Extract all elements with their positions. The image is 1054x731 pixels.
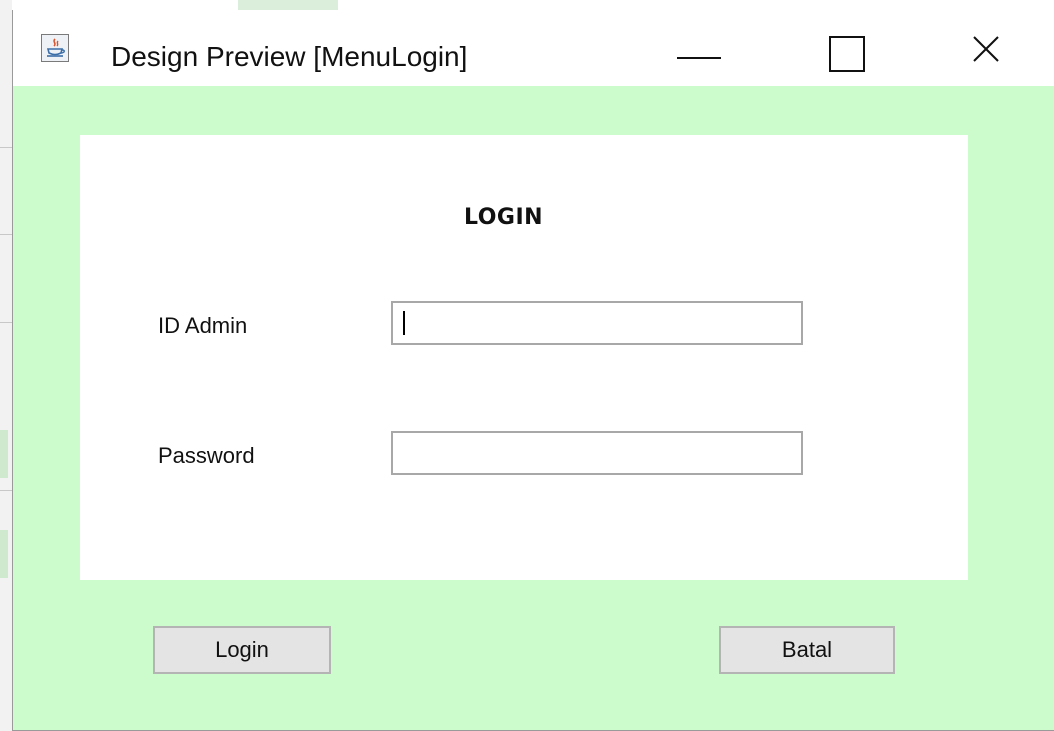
background-tab-strip	[238, 0, 338, 10]
background-window-edge	[0, 0, 12, 731]
close-button[interactable]	[943, 10, 1043, 86]
minimize-icon	[677, 57, 721, 59]
background-divider	[0, 147, 12, 148]
login-button[interactable]: Login	[153, 626, 331, 674]
background-divider	[0, 234, 12, 235]
background-divider	[0, 322, 12, 323]
password-label: Password	[158, 443, 255, 468]
password-input[interactable]	[391, 431, 803, 475]
close-icon	[973, 36, 999, 62]
login-window: Design Preview [MenuLogin] LOGIN ID Admi…	[12, 10, 1054, 731]
background-highlight	[0, 530, 8, 578]
login-panel: LOGIN ID Admin Password	[80, 135, 968, 580]
window-title: Design Preview [MenuLogin]	[111, 41, 468, 72]
text-caret	[403, 311, 405, 335]
background-highlight	[0, 430, 8, 478]
id-admin-label: ID Admin	[158, 313, 248, 338]
maximize-button[interactable]	[803, 10, 903, 86]
title-bar[interactable]: Design Preview [MenuLogin]	[13, 10, 1054, 86]
maximize-icon	[829, 36, 865, 72]
minimize-button[interactable]	[649, 10, 749, 86]
id-admin-input[interactable]	[391, 301, 803, 345]
background-divider	[0, 490, 12, 491]
cancel-button[interactable]: Batal	[719, 626, 895, 674]
java-icon	[41, 34, 69, 62]
login-heading: LOGIN	[464, 205, 544, 230]
